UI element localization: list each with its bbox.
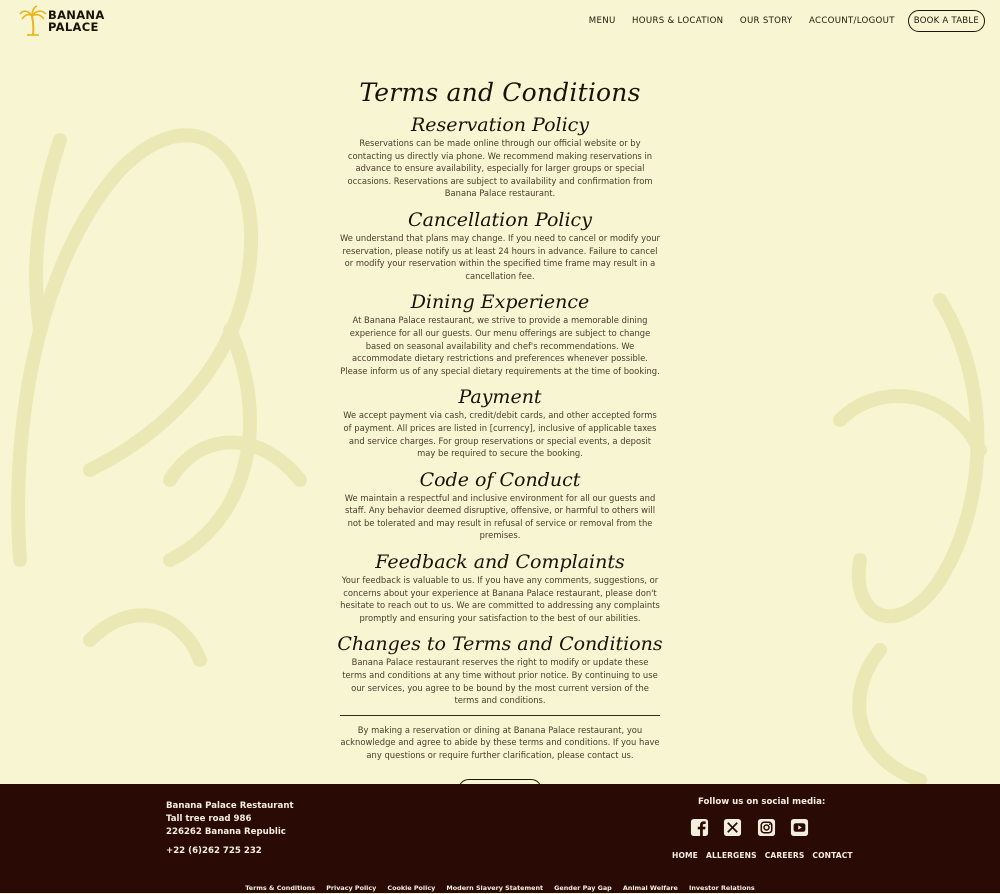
section-heading: Payment [458,386,542,409]
section-changes-terms: Changes to Terms and Conditions Banana P… [0,632,1000,706]
section-body: Banana Palace restaurant reserves the ri… [342,657,658,706]
nav-hours-location[interactable]: HOURS & LOCATION [632,16,723,26]
section-heading: Cancellation Policy [408,208,592,231]
facebook-icon[interactable] [690,818,709,837]
section-heading: Code of Conduct [419,468,581,491]
section-heading: Dining Experience [410,291,590,314]
page-title: Terms and Conditions [359,78,641,107]
footer-nav-careers[interactable]: CAREERS [765,851,805,860]
address-line: Banana Palace Restaurant [166,801,294,811]
footer-nav: HOME ALLERGENS CAREERS CONTACT [672,851,861,860]
footer-nav-home[interactable]: HOME [672,851,698,860]
x-icon[interactable] [723,818,742,837]
legal-link-animal-welfare[interactable]: Animal Welfare [623,884,678,892]
content-divider [340,714,660,716]
section-body: We understand that plans may change. If … [339,232,661,281]
section-code-of-conduct: Code of Conduct We maintain a respectful… [0,468,1000,542]
footer-address: Banana Palace Restaurant Tall tree road … [166,800,294,839]
legal-link-terms[interactable]: Terms & Conditions [245,884,315,892]
section-reservation-policy: Reservation Policy Reservations can be m… [0,113,1000,200]
section-heading: Feedback and Complaints [375,551,625,574]
legal-link-modern-slavery[interactable]: Modern Slavery Statement [446,884,543,892]
section-cancellation-policy: Cancellation Policy We understand that p… [0,208,1000,282]
legal-link-cookie[interactable]: Cookie Policy [387,884,435,892]
nav-account-logout[interactable]: ACCOUNT/LOGOUT [809,16,895,26]
terms-content: Terms and Conditions Reservation Policy … [0,70,1000,801]
social-title: Follow us on social media: [698,797,826,807]
legal-link-gender-pay-gap[interactable]: Gender Pay Gap [554,884,612,892]
site-footer: Banana Palace Restaurant Tall tree road … [0,784,1000,893]
brand-logo[interactable]: BANANA PALACE [19,5,105,37]
book-table-button[interactable]: BOOK A TABLE [907,10,985,32]
instagram-icon[interactable] [757,818,776,837]
footer-nav-contact[interactable]: CONTACT [812,851,852,860]
footer-phone[interactable]: +22 (6)262 725 232 [166,846,262,856]
palm-tree-icon [19,5,47,36]
legal-links: Terms & Conditions Privacy Policy Cookie… [0,875,1000,894]
section-heading: Changes to Terms and Conditions [337,633,663,656]
section-body: We accept payment via cash, credit/debit… [343,410,657,459]
section-body: We maintain a respectful and inclusive e… [344,492,656,541]
footer-nav-allergens[interactable]: ALLERGENS [706,851,757,860]
section-feedback-complaints: Feedback and Complaints Your feedback is… [0,550,1000,624]
section-body: At Banana Palace restaurant, we strive t… [340,315,660,376]
section-body: Your feedback is valuable to us. If you … [340,575,660,623]
site-header: BANANA PALACE MENU HOURS & LOCATION OUR … [0,0,1000,42]
section-payment: Payment We accept payment via cash, cred… [0,385,1000,459]
address-line: 226262 Banana Republic [166,827,286,837]
closing-statement: By making a reservation or dining at Ban… [340,724,660,760]
nav-our-story[interactable]: OUR STORY [740,16,793,26]
nav-menu[interactable]: MENU [589,16,616,26]
brand-name-line2: PALACE [48,20,99,34]
section-heading: Reservation Policy [410,114,590,136]
legal-link-privacy[interactable]: Privacy Policy [326,884,376,892]
section-dining-experience: Dining Experience At Banana Palace resta… [0,290,1000,377]
main-nav: MENU HOURS & LOCATION OUR STORY ACCOUNT/… [572,10,985,32]
section-body: Reservations can be made online through … [347,138,653,199]
youtube-icon[interactable] [790,818,809,837]
legal-link-investor-relations[interactable]: Investor Relations [689,884,755,892]
brand-name: BANANA PALACE [48,9,105,33]
address-line: Tall tree road 986 [166,814,252,824]
social-icons [690,818,823,837]
